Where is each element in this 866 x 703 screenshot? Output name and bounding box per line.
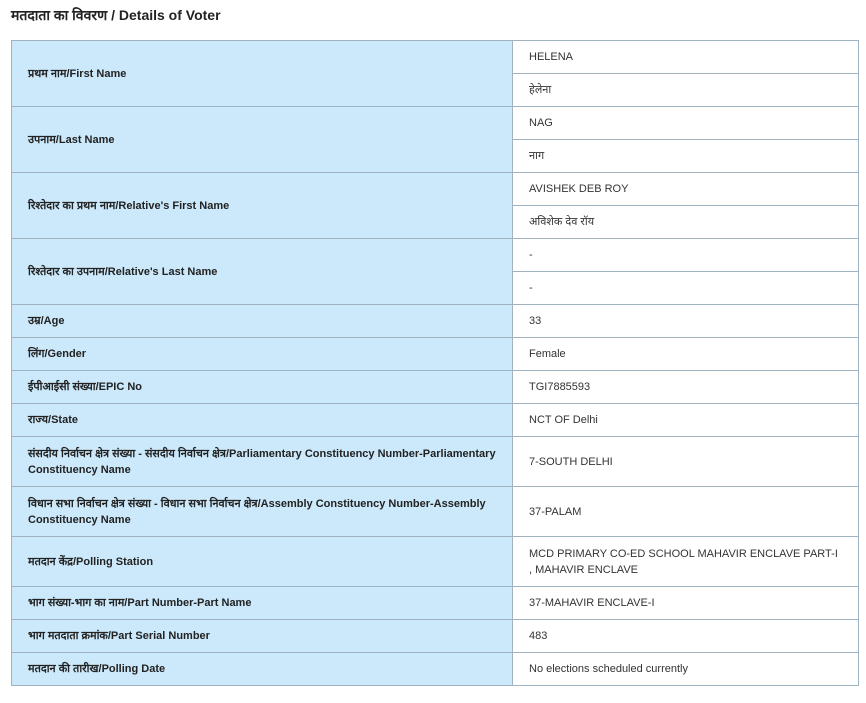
value-polling-station: MCD PRIMARY CO-ED SCHOOL MAHAVIR ENCLAVE… xyxy=(512,536,859,587)
table-row: विधान सभा निर्वाचन क्षेत्र संख्या - विधा… xyxy=(11,486,859,537)
table-row: प्रथम नाम/First Name HELENA xyxy=(11,40,859,107)
table-row: रिश्तेदार का उपनाम/Relative's Last Name - xyxy=(11,238,859,305)
label-polling-station: मतदान केंद्र/Polling Station xyxy=(11,536,513,587)
label-part-serial-number: भाग मतदाता क्रमांक/Part Serial Number xyxy=(11,619,513,653)
label-last-name: उपनाम/Last Name xyxy=(11,106,513,173)
value-state: NCT OF Delhi xyxy=(512,403,859,437)
value-parliamentary-constituency-number-parliamentary-constituency-name: 7-SOUTH DELHI xyxy=(512,436,859,487)
label-part-number-part-name: भाग संख्या-भाग का नाम/Part Number-Part N… xyxy=(11,586,513,620)
value-polling-date: No elections scheduled currently xyxy=(512,652,859,686)
value-part-number-part-name: 37-MAHAVIR ENCLAVE-I xyxy=(512,586,859,620)
value-assembly-constituency-number-assembly-constituency-name: 37-PALAM xyxy=(512,486,859,537)
label-polling-date: मतदान की तारीख/Polling Date xyxy=(11,652,513,686)
voter-details-table: प्रथम नाम/First Name HELENA हेलेना उपनाम/La… xyxy=(11,40,859,686)
value-age: 33 xyxy=(512,304,859,338)
table-row: रिश्तेदार का प्रथम नाम/Relative's First … xyxy=(11,172,859,239)
value-relative-s-last-name-hi: - xyxy=(512,271,859,305)
label-assembly-constituency-number-assembly-constituency-name: विधान सभा निर्वाचन क्षेत्र संख्या - विधा… xyxy=(11,486,513,537)
value-part-serial-number: 483 xyxy=(512,619,859,653)
value-first-name-hi: हेलेना xyxy=(512,73,859,107)
value-last-name-en: NAG xyxy=(512,106,859,140)
value-relative-s-first-name-hi: अविशेक देव रॉय xyxy=(512,205,859,239)
label-parliamentary-constituency-number-parliamentary-constituency-name: संसदीय निर्वाचन क्षेत्र संख्या - संसदीय … xyxy=(11,436,513,487)
value-relative-s-last-name-en: - xyxy=(512,238,859,272)
label-gender: लिंग/Gender xyxy=(11,337,513,371)
label-relative-s-first-name: रिश्तेदार का प्रथम नाम/Relative's First … xyxy=(11,172,513,239)
table-row: उम्र/Age 33 xyxy=(11,304,859,338)
page-title: मतदाता का विवरण / Details of Voter xyxy=(11,7,221,23)
label-epic-no: ईपीआईसी संख्या/EPIC No xyxy=(11,370,513,404)
value-epic-no: TGI7885593 xyxy=(512,370,859,404)
table-row: भाग मतदाता क्रमांक/Part Serial Number 483 xyxy=(11,619,859,653)
value-gender: Female xyxy=(512,337,859,371)
label-state: राज्य/State xyxy=(11,403,513,437)
value-last-name-hi: नाग xyxy=(512,139,859,173)
label-age: उम्र/Age xyxy=(11,304,513,338)
value-relative-s-first-name-en: AVISHEK DEB ROY xyxy=(512,172,859,206)
value-first-name-en: HELENA xyxy=(512,40,859,74)
table-row: ईपीआईसी संख्या/EPIC No TGI7885593 xyxy=(11,370,859,404)
table-row: संसदीय निर्वाचन क्षेत्र संख्या - संसदीय … xyxy=(11,436,859,487)
table-row: मतदान केंद्र/Polling Station MCD PRIMARY … xyxy=(11,536,859,587)
table-row: मतदान की तारीख/Polling Date No elections … xyxy=(11,652,859,686)
label-relative-s-last-name: रिश्तेदार का उपनाम/Relative's Last Name xyxy=(11,238,513,305)
table-row: उपनाम/Last Name NAG xyxy=(11,106,859,173)
table-row: राज्य/State NCT OF Delhi xyxy=(11,403,859,437)
label-first-name: प्रथम नाम/First Name xyxy=(11,40,513,107)
table-row: भाग संख्या-भाग का नाम/Part Number-Part N… xyxy=(11,586,859,620)
table-row: लिंग/Gender Female xyxy=(11,337,859,371)
